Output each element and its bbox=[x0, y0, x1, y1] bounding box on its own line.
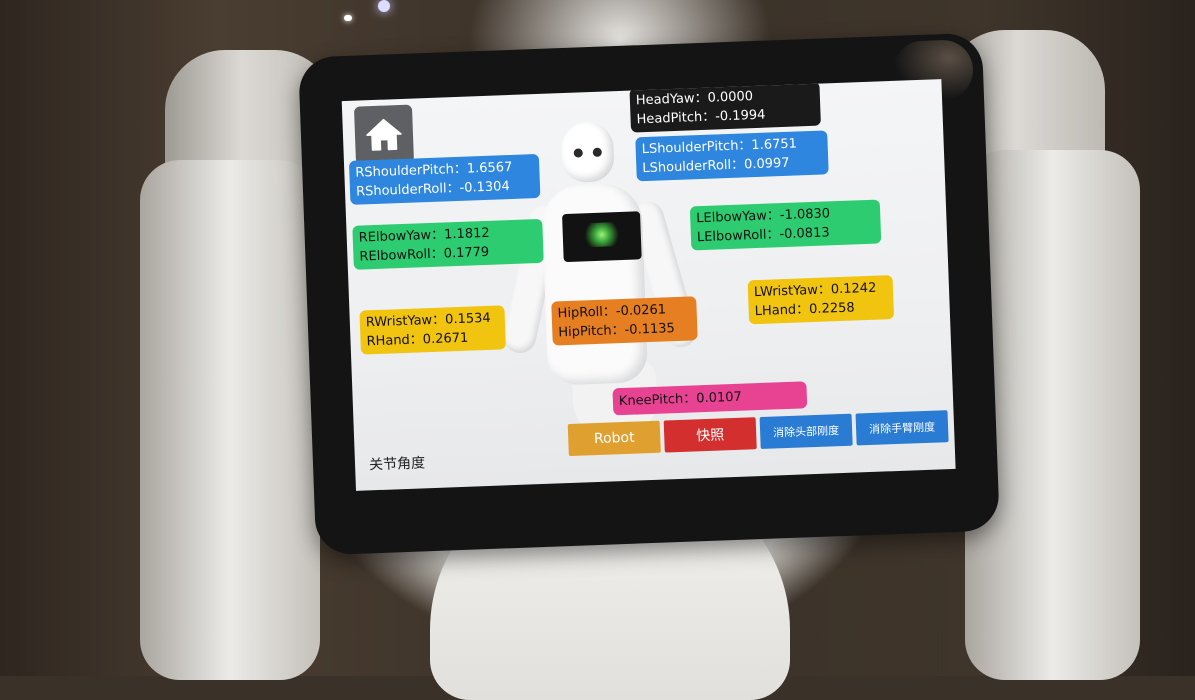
left-shoulder-roll-label: LShoulderRoll： bbox=[642, 157, 745, 177]
robot-chest-tablet: HeadYaw：0.0000 HeadPitch：-0.1994 LShould… bbox=[298, 32, 1000, 556]
robot-head-light bbox=[378, 0, 390, 12]
clear-head-stiffness-button[interactable]: 消除头部刚度 bbox=[759, 413, 853, 450]
knee-joint-label: KneePitch：0.0107 bbox=[612, 381, 808, 416]
left-shoulder-roll-value: 0.0997 bbox=[743, 155, 790, 173]
left-elbow-roll-label: LElbowRoll： bbox=[696, 227, 780, 246]
knee-pitch-label: KneePitch： bbox=[618, 391, 697, 410]
robot-button[interactable]: Robot bbox=[567, 420, 661, 457]
right-hand-value: 0.2671 bbox=[422, 330, 469, 348]
head-pitch-value: -0.1994 bbox=[714, 107, 766, 125]
left-elbow-yaw-label: LElbowYaw： bbox=[695, 208, 781, 227]
left-wrist-yaw-label: LWristYaw： bbox=[753, 282, 832, 301]
robot-figure-head bbox=[560, 121, 615, 184]
hip-pitch-value: -0.1135 bbox=[624, 321, 676, 338]
head-joint-label: HeadYaw：0.0000 HeadPitch：-0.1994 bbox=[629, 81, 821, 133]
robot-status-led bbox=[344, 15, 352, 21]
head-pitch-label: HeadPitch： bbox=[636, 109, 716, 128]
robot-figure-tablet-display bbox=[580, 221, 624, 248]
right-wrist-yaw-label: RWristYaw： bbox=[365, 312, 446, 331]
home-button[interactable] bbox=[353, 104, 415, 165]
left-shoulder-pitch-label: LShoulderPitch： bbox=[641, 138, 752, 158]
clear-arm-stiffness-button[interactable]: 消除手臂刚度 bbox=[855, 410, 949, 446]
left-shoulder-pitch-value: 1.6751 bbox=[751, 136, 798, 154]
hip-roll-label: HipRoll： bbox=[557, 304, 617, 322]
hip-joint-label: HipRoll：-0.0261 HipPitch：-0.1135 bbox=[551, 296, 698, 346]
right-shoulder-roll-label: RShoulderRoll： bbox=[355, 180, 460, 200]
head-yaw-value: 0.0000 bbox=[707, 89, 754, 106]
snapshot-button[interactable]: 快照 bbox=[663, 417, 757, 453]
right-elbow-yaw-label: RElbowYaw： bbox=[358, 227, 445, 246]
robot-figure-eye-left bbox=[573, 148, 583, 158]
right-hand-label: RHand： bbox=[366, 332, 424, 350]
left-wrist-joint-label: LWristYaw：0.1242 LHand：0.2258 bbox=[747, 275, 895, 325]
left-shoulder-joint-label: LShoulderPitch：1.6751 LShoulderRoll：0.09… bbox=[635, 130, 829, 182]
right-shoulder-joint-label: RShoulderPitch：1.6567 RShoulderRoll：-0.1… bbox=[348, 153, 541, 205]
left-elbow-roll-value: -0.0813 bbox=[779, 225, 830, 243]
right-elbow-joint-label: RElbowYaw：1.1812 RElbowRoll：0.1779 bbox=[352, 218, 544, 270]
head-yaw-label: HeadYaw： bbox=[635, 90, 708, 109]
right-elbow-yaw-value: 1.1812 bbox=[443, 225, 490, 243]
right-wrist-yaw-value: 0.1534 bbox=[444, 310, 491, 328]
left-wrist-yaw-value: 0.1242 bbox=[830, 280, 877, 298]
left-hand-row: LHand：0.2258 bbox=[754, 297, 886, 321]
screen-title: 关节角度 bbox=[368, 455, 426, 474]
knee-pitch-value: 0.0107 bbox=[696, 389, 743, 407]
home-icon bbox=[366, 118, 402, 151]
left-elbow-joint-label: LElbowYaw：-1.0830 LElbowRoll：-0.0813 bbox=[689, 199, 882, 251]
left-elbow-yaw-value: -1.0830 bbox=[779, 206, 831, 224]
joint-angle-screen: HeadYaw：0.0000 HeadPitch：-0.1994 LShould… bbox=[341, 79, 956, 491]
hip-pitch-row: HipPitch：-0.1135 bbox=[558, 319, 690, 343]
left-hand-value: 0.2258 bbox=[808, 300, 855, 318]
right-shoulder-pitch-label: RShoulderPitch： bbox=[355, 161, 468, 181]
right-elbow-roll-label: RElbowRoll： bbox=[359, 246, 444, 265]
robot-figure-eye-right bbox=[592, 147, 602, 157]
left-hand-label: LHand： bbox=[754, 302, 810, 320]
right-hand-row: RHand：0.2671 bbox=[366, 328, 498, 352]
robot-left-arm bbox=[140, 160, 320, 680]
right-wrist-joint-label: RWristYaw：0.1534 RHand：0.2671 bbox=[359, 305, 506, 355]
right-elbow-roll-value: 0.1779 bbox=[443, 244, 490, 262]
robot-figure-tablet bbox=[562, 211, 642, 263]
knee-pitch-row: KneePitch：0.0107 bbox=[619, 386, 800, 412]
right-shoulder-roll-value: -0.1304 bbox=[459, 179, 510, 196]
right-shoulder-pitch-value: 1.6567 bbox=[466, 159, 513, 177]
hip-pitch-label: HipPitch： bbox=[558, 322, 625, 341]
hip-roll-value: -0.0261 bbox=[615, 302, 667, 320]
